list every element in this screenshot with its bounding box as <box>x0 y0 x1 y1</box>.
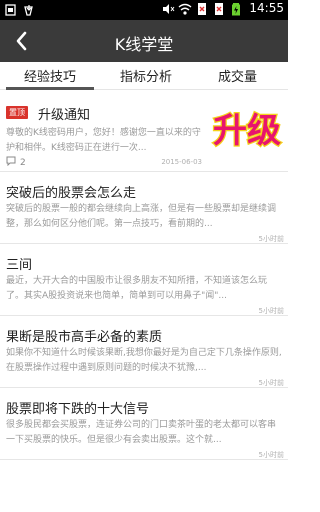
article-title: 股票即将下跌的十大信号 <box>6 402 150 417</box>
article-summary: 如果你不知道什么时候该果断,我想你最好是为自己定下几条操作原则,在股票操作过程中… <box>6 348 282 373</box>
app-bar: K线学堂 <box>0 20 288 62</box>
notification-icon <box>4 2 18 16</box>
article-summary: 最近，大开大合的中国股市让很多朋友不知所措，不知道该怎么玩了。其实A股投资说来也… <box>6 276 268 301</box>
article-title: 突破后的股票会怎么走 <box>6 186 137 201</box>
article-summary: 很多股民都会买股票，连证券公司的门口卖茶叶蛋的老太都可以客串一下买股票的快乐。但… <box>6 420 277 445</box>
tab-indicator-analysis[interactable]: 指标分析 <box>120 66 172 85</box>
page-title: K线学堂 <box>114 35 174 54</box>
tab-bar: 经验技巧 指标分析 成交量 <box>0 62 288 90</box>
list-item[interactable]: 股票即将下跌的十大信号 很多股民都会买股票，连证券公司的门口卖茶叶蛋的老太都可以… <box>0 388 288 460</box>
article-summary: 突破后的股票一般的都会继续向上高涨，但是有一些股票却是继续调整，那么如何区分他们… <box>6 204 277 229</box>
clock: 14:55 <box>249 1 284 15</box>
thumb-text: 升级 <box>213 111 281 151</box>
comment-icon <box>6 156 16 169</box>
article-time: 5小时前 <box>258 451 284 459</box>
article-time: 5小时前 <box>258 307 284 315</box>
article-time: 5小时前 <box>258 235 284 243</box>
mute-icon <box>161 1 175 15</box>
battery-charging-icon <box>229 1 243 16</box>
pinned-badge: 置顶 <box>6 106 28 119</box>
article-title: 升级通知 <box>38 108 91 123</box>
list-item[interactable]: 突破后的股票会怎么走 突破后的股票一般的都会继续向上高涨，但是有一些股票却是继续… <box>0 172 288 244</box>
wifi-icon <box>178 1 192 15</box>
tab-volume[interactable]: 成交量 <box>218 66 257 85</box>
status-bar: 14:55 <box>0 0 288 20</box>
comment-count: 2 <box>6 156 26 169</box>
tab-experience-tips[interactable]: 经验技巧 <box>24 66 76 85</box>
download-icon <box>22 2 36 16</box>
article-title: 三间 <box>6 258 33 273</box>
comment-count-value: 2 <box>20 157 26 168</box>
article-summary: 尊敬的K线密码用户，您好！感谢您一直以来的守护和相伴。K线密码正在进行一次... <box>6 128 201 153</box>
article-date: 2015-06-03 <box>161 158 202 166</box>
article-title: 果断是股市高手必备的素质 <box>6 330 163 345</box>
article-time: 5小时前 <box>258 379 284 387</box>
featured-article[interactable]: 置顶 升级通知 尊敬的K线密码用户，您好！感谢您一直以来的守护和相伴。K线密码正… <box>0 90 288 172</box>
article-list: 置顶 升级通知 尊敬的K线密码用户，您好！感谢您一直以来的守护和相伴。K线密码正… <box>0 90 288 460</box>
signal-off-icon <box>212 1 226 15</box>
sim-off-icon <box>195 1 209 15</box>
list-item[interactable]: 果断是股市高手必备的素质 如果你不知道什么时候该果断,我想你最好是为自己定下几条… <box>0 316 288 388</box>
list-item[interactable]: 三间 最近，大开大合的中国股市让很多朋友不知所措，不知道该怎么玩了。其实A股投资… <box>0 244 288 316</box>
upgrade-thumbnail: 升级 <box>210 98 284 156</box>
